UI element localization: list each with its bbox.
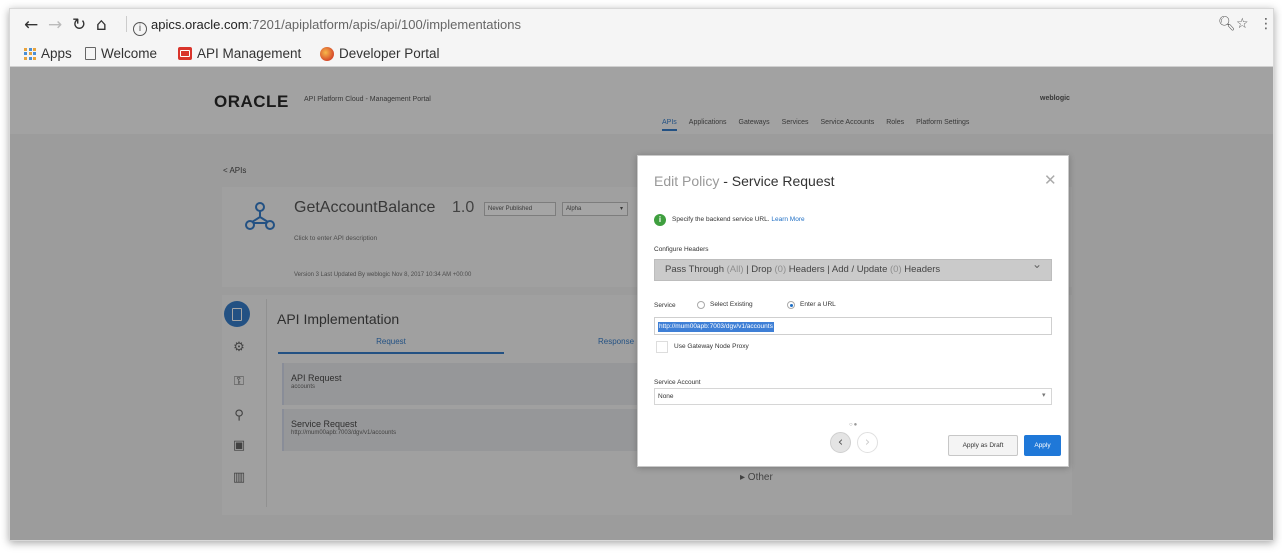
- service-account-label: Service Account: [654, 379, 701, 386]
- browser-window: ← → ↻ ⌂ i apics.oracle.com:7201/apiplatfo…: [9, 8, 1274, 541]
- apps-grid-icon: [24, 47, 36, 60]
- zoom-icon[interactable]: 🔍︎: [1218, 16, 1236, 32]
- radio-enter-url-label: Enter a URL: [800, 301, 836, 308]
- dialog-title-prefix: Edit Policy: [654, 173, 720, 189]
- apply-as-draft-button[interactable]: Apply as Draft: [948, 435, 1018, 456]
- bookmark-label: Apps: [41, 46, 72, 61]
- learn-more-link[interactable]: Learn More: [771, 216, 804, 223]
- info-icon[interactable]: i: [133, 22, 147, 36]
- api-management-icon: [178, 47, 192, 60]
- radio-select-existing-label: Select Existing: [710, 301, 753, 308]
- page-icon: [85, 47, 96, 60]
- pass-through-count: (All): [726, 264, 744, 275]
- forward-arrow-icon[interactable]: →: [48, 15, 62, 35]
- configure-headers-label: Configure Headers: [654, 246, 709, 253]
- bookmark-api-management[interactable]: API Management: [178, 46, 301, 61]
- hint-text: Specify the backend service URL. Learn M…: [672, 216, 805, 223]
- drop-label: | Drop: [746, 264, 772, 275]
- configure-headers-dropdown[interactable]: Pass Through (All) | Drop (0) Headers | …: [654, 259, 1052, 281]
- bookmark-developer-portal[interactable]: Developer Portal: [320, 46, 440, 61]
- edit-policy-dialog: Edit Policy - Service Request ✕ i Specif…: [637, 155, 1069, 467]
- hint-message: Specify the backend service URL.: [672, 216, 770, 223]
- menu-kebab-icon[interactable]: ⋮: [1259, 16, 1273, 32]
- url-path: :7201/apiplatform/apis/api/100/implement…: [248, 17, 521, 32]
- service-url-value: http://mum00apb:7003/dgv/v1/accounts: [658, 322, 774, 332]
- chevron-down-icon: ⌄: [1032, 257, 1043, 271]
- back-arrow-icon[interactable]: ←: [24, 15, 38, 35]
- dialog-title: Edit Policy - Service Request: [654, 173, 835, 189]
- url-host: apics.oracle.com: [151, 17, 249, 32]
- previous-step-button[interactable]: ‹: [830, 432, 851, 453]
- developer-portal-icon: [320, 46, 334, 61]
- apply-button[interactable]: Apply: [1024, 435, 1061, 456]
- close-icon[interactable]: ✕: [1044, 171, 1057, 189]
- add-update-label: Headers | Add / Update: [788, 264, 888, 275]
- pass-through-label: Pass Through: [665, 264, 724, 275]
- address-bar[interactable]: i apics.oracle.com:7201/apiplatform/apis/…: [122, 13, 1202, 37]
- address-separator: [126, 16, 127, 32]
- reload-icon[interactable]: ↻: [72, 15, 86, 35]
- service-account-select[interactable]: None: [654, 388, 1052, 405]
- radio-select-existing[interactable]: [697, 301, 705, 309]
- info-icon: i: [654, 214, 666, 226]
- headers-tail-label: Headers: [904, 264, 941, 275]
- use-gateway-proxy-label: Use Gateway Node Proxy: [674, 343, 749, 350]
- star-icon[interactable]: ☆: [1236, 16, 1249, 32]
- next-step-button[interactable]: ›: [857, 432, 878, 453]
- service-label: Service: [654, 302, 676, 309]
- step-dots: ○●: [849, 422, 859, 428]
- bookmark-label: Welcome: [101, 46, 158, 61]
- update-count: (0): [890, 264, 902, 275]
- home-icon[interactable]: ⌂: [96, 15, 107, 35]
- drop-count: (0): [774, 264, 787, 275]
- chevron-down-icon: ▾: [1042, 392, 1046, 399]
- browser-toolbar: ← → ↻ ⌂ i apics.oracle.com:7201/apiplatfo…: [10, 9, 1273, 41]
- bookmark-label: Developer Portal: [339, 46, 440, 61]
- use-gateway-proxy-checkbox[interactable]: [656, 341, 668, 353]
- bookmark-apps[interactable]: Apps: [24, 46, 72, 61]
- service-url-input[interactable]: http://mum00apb:7003/dgv/v1/accounts: [654, 317, 1052, 335]
- bookmark-welcome[interactable]: Welcome: [85, 46, 157, 61]
- dialog-title-main: - Service Request: [719, 173, 835, 189]
- bookmark-label: API Management: [197, 46, 302, 61]
- radio-enter-url[interactable]: [787, 301, 795, 309]
- bookmarks-bar: Apps Welcome API Management Developer Po…: [10, 41, 1273, 67]
- page-viewport: ORACLE API Platform Cloud - Management P…: [10, 67, 1273, 540]
